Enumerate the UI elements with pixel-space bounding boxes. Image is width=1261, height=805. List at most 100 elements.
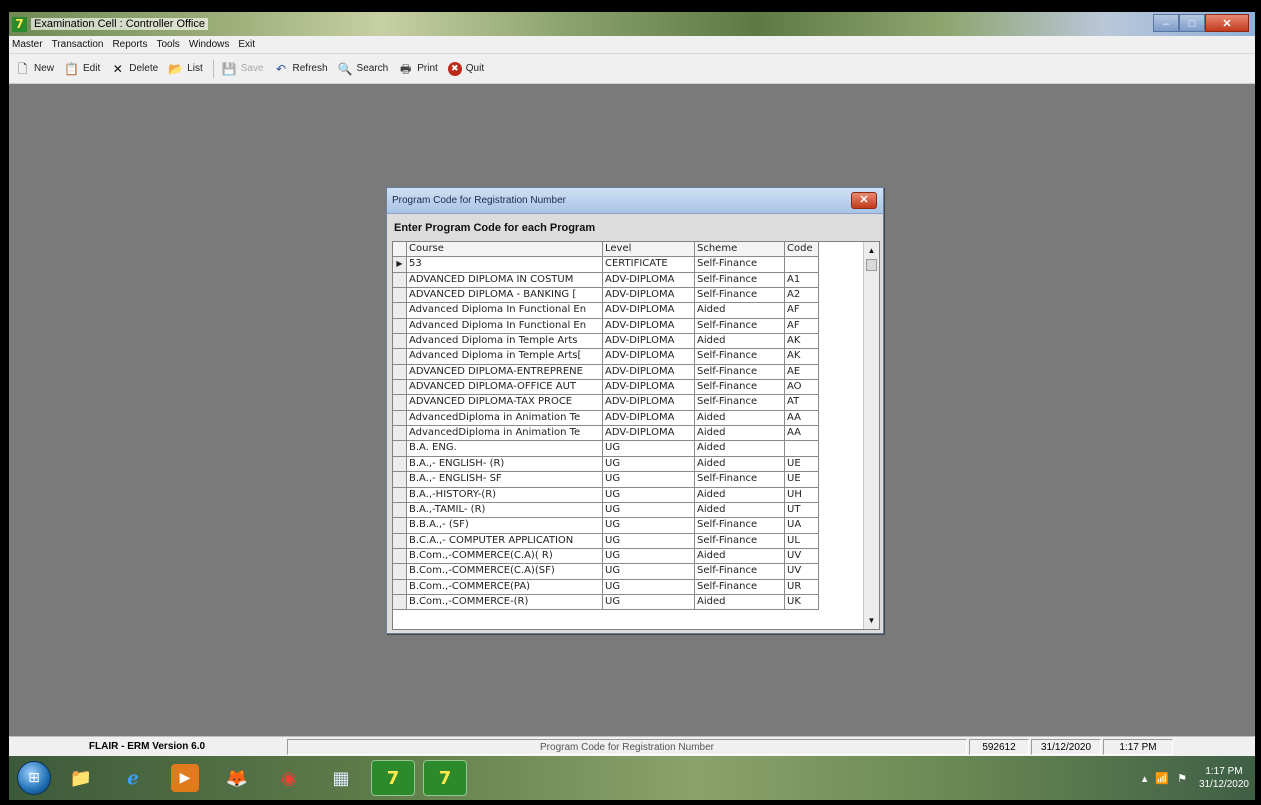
course-cell[interactable]: B.A.,-HISTORY-(R) (407, 487, 603, 503)
print-button[interactable]: 🖶 Print (398, 62, 438, 76)
row-selector-cell[interactable] (393, 303, 407, 319)
course-cell[interactable]: B.Com.,-COMMERCE(PA) (407, 579, 603, 595)
code-cell[interactable]: UH (785, 487, 819, 503)
course-cell[interactable]: ADVANCED DIPLOMA-ENTREPRENE (407, 364, 603, 381)
grid-vertical-scrollbar[interactable]: ▲ ▼ (863, 242, 879, 629)
table-row[interactable]: Advanced Diploma in Temple Arts ADV-DIPLO… (393, 334, 819, 350)
taskbar-internet-explorer-icon[interactable]: ℯ (111, 760, 155, 796)
level-cell[interactable]: UG (603, 564, 695, 580)
level-cell[interactable]: UG (603, 548, 695, 565)
minimize-button[interactable]: – (1153, 14, 1179, 32)
level-cell[interactable]: ADV-DIPLOMA (603, 272, 695, 289)
row-selector-cell[interactable] (393, 487, 407, 503)
code-cell[interactable]: UV (785, 548, 819, 565)
code-cell[interactable] (785, 441, 819, 457)
course-cell[interactable]: B.Com.,-COMMERCE-(R) (407, 594, 603, 611)
row-selector-cell[interactable] (393, 410, 407, 427)
level-cell[interactable]: UG (603, 579, 695, 595)
code-cell[interactable]: UL (785, 533, 819, 549)
column-header-level[interactable]: Level (603, 242, 695, 258)
table-row[interactable]: ADVANCED DIPLOMA-TAX PROCE ADV-DIPLOMA Sel… (393, 395, 819, 411)
dialog-close-button[interactable]: ✕ (851, 192, 877, 209)
row-selector-cell[interactable] (393, 456, 407, 473)
row-selector-cell[interactable] (393, 564, 407, 580)
table-row[interactable]: ADVANCED DIPLOMA - BANKING [ADV-DIPLOMA S… (393, 288, 819, 304)
scheme-cell[interactable]: Self-Finance (695, 579, 785, 595)
scroll-down-arrow-icon[interactable]: ▼ (864, 613, 879, 628)
table-row[interactable]: AdvancedDiploma in Animation Te ADV-DIPLO… (393, 426, 819, 442)
taskbar-firefox-icon[interactable]: 🦊 (215, 760, 259, 796)
table-row[interactable]: AdvancedDiploma in Animation Te ADV-DIPLO… (393, 410, 819, 427)
scheme-cell[interactable]: Aided (695, 334, 785, 350)
table-row[interactable]: B.Com.,-COMMERCE(C.A)(SF) UG Self-Finance U… (393, 564, 819, 580)
code-cell[interactable]: UK (785, 594, 819, 611)
row-selector-cell[interactable]: ▶ (393, 257, 407, 273)
row-selector-cell[interactable] (393, 533, 407, 549)
level-cell[interactable]: UG (603, 472, 695, 488)
delete-button[interactable]: ✕ Delete (110, 62, 158, 76)
row-selector-cell[interactable] (393, 426, 407, 442)
row-selector-cell[interactable] (393, 472, 407, 488)
taskbar-media-player-icon[interactable]: ▶ (171, 764, 199, 792)
scheme-cell[interactable]: Self-Finance (695, 518, 785, 534)
code-cell[interactable]: AT (785, 395, 819, 411)
table-row[interactable]: B.A.,- ENGLISH- SF UG Self-Finance UE (393, 472, 819, 488)
code-cell[interactable]: AE (785, 364, 819, 381)
level-cell[interactable]: ADV-DIPLOMA (603, 395, 695, 411)
level-cell[interactable]: ADV-DIPLOMA (603, 410, 695, 427)
show-hidden-icons-icon[interactable]: ▴ (1142, 772, 1148, 785)
level-cell[interactable]: ADV-DIPLOMA (603, 288, 695, 304)
course-cell[interactable]: B.A.,-TAMIL- (R) (407, 502, 603, 519)
taskbar-clock[interactable]: 1:17 PM 31/12/2020 (1199, 765, 1249, 791)
scheme-cell[interactable]: Aided (695, 410, 785, 427)
scheme-cell[interactable]: Self-Finance (695, 395, 785, 411)
level-cell[interactable]: ADV-DIPLOMA (603, 364, 695, 381)
course-cell[interactable]: AdvancedDiploma in Animation Te (407, 426, 603, 442)
menu-master[interactable]: Master (12, 39, 43, 50)
course-cell[interactable]: 53 (407, 257, 603, 273)
row-selector-cell[interactable] (393, 288, 407, 304)
taskbar-chrome-icon[interactable]: ◉ (267, 760, 311, 796)
level-cell[interactable]: UG (603, 533, 695, 549)
table-row[interactable]: B.A.,-TAMIL- (R) UG Aided UT (393, 502, 819, 519)
start-button[interactable]: ⊞ (17, 761, 51, 795)
row-selector-cell[interactable] (393, 272, 407, 289)
level-cell[interactable]: UG (603, 502, 695, 519)
course-cell[interactable]: ADVANCED DIPLOMA-OFFICE AUT (407, 380, 603, 396)
code-cell[interactable]: UE (785, 456, 819, 473)
list-button[interactable]: 📂 List (168, 62, 203, 76)
table-row[interactable]: Advanced Diploma in Temple Arts[ADV-DIPL… (393, 349, 819, 365)
row-selector-cell[interactable] (393, 334, 407, 350)
code-cell[interactable]: AF (785, 318, 819, 335)
search-button[interactable]: 🔍 Search (338, 62, 389, 76)
menu-transaction[interactable]: Transaction (52, 39, 104, 50)
new-button[interactable]: 🗋 New (15, 62, 54, 76)
table-row[interactable]: B.Com.,-COMMERCE-(R) UG Aided UK (393, 594, 819, 611)
scheme-cell[interactable]: Self-Finance (695, 272, 785, 289)
table-row[interactable]: Advanced Diploma In Functional En ADV-DIP… (393, 303, 819, 319)
table-row[interactable]: B.A.,- ENGLISH- (R) UG Aided UE (393, 456, 819, 473)
course-cell[interactable]: Advanced Diploma In Functional En (407, 318, 603, 335)
table-row[interactable]: B.C.A.,- COMPUTER APPLICATION UG Self-Fina… (393, 533, 819, 549)
taskbar-flair-app-2-icon[interactable]: 7 (423, 760, 467, 796)
row-selector-cell[interactable] (393, 579, 407, 595)
code-cell[interactable]: UE (785, 472, 819, 488)
level-cell[interactable]: UG (603, 441, 695, 457)
scheme-cell[interactable]: Aided (695, 548, 785, 565)
row-selector-cell[interactable] (393, 395, 407, 411)
code-cell[interactable]: AO (785, 380, 819, 396)
menu-tools[interactable]: Tools (156, 39, 179, 50)
row-selector-cell[interactable] (393, 441, 407, 457)
row-selector-cell[interactable] (393, 380, 407, 396)
level-cell[interactable]: ADV-DIPLOMA (603, 426, 695, 442)
code-cell[interactable]: AK (785, 349, 819, 365)
course-cell[interactable]: B.C.A.,- COMPUTER APPLICATION (407, 533, 603, 549)
row-selector-cell[interactable] (393, 364, 407, 381)
code-cell[interactable]: UR (785, 579, 819, 595)
table-row[interactable]: ADVANCED DIPLOMA-OFFICE AUT ADV-DIPLOMA Se… (393, 380, 819, 396)
course-cell[interactable]: AdvancedDiploma in Animation Te (407, 410, 603, 427)
scheme-cell[interactable]: Self-Finance (695, 364, 785, 381)
scheme-cell[interactable]: Aided (695, 441, 785, 457)
course-cell[interactable]: Advanced Diploma in Temple Arts (407, 334, 603, 350)
level-cell[interactable]: UG (603, 487, 695, 503)
